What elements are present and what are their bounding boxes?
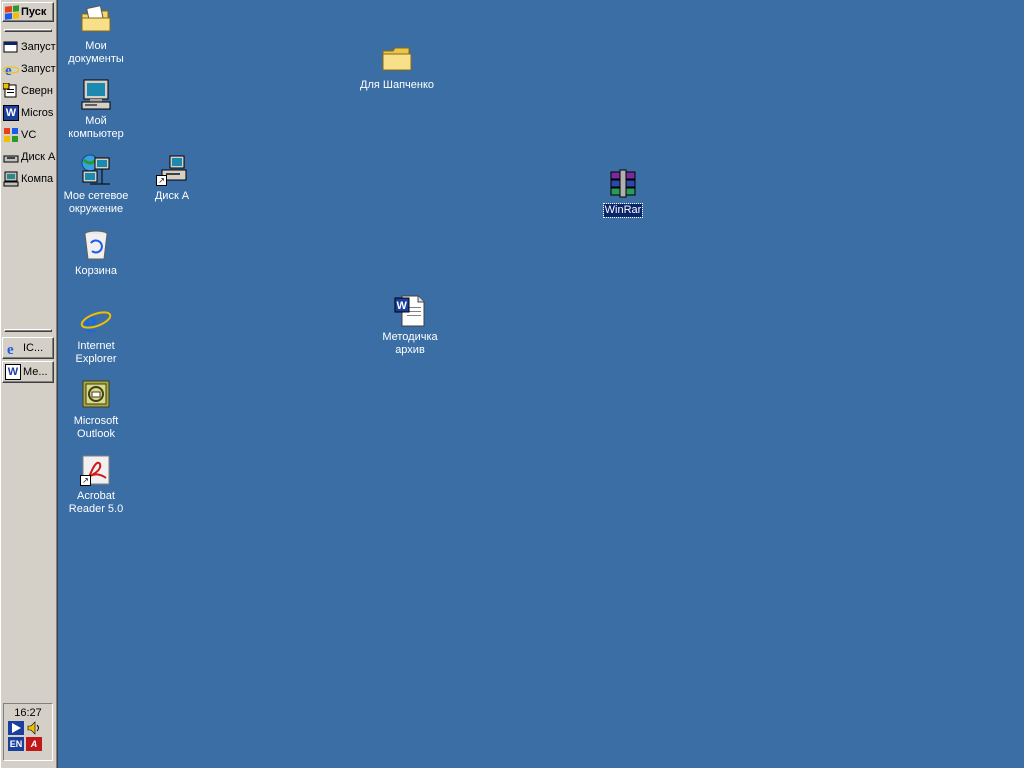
desktop-icon-metodichka[interactable]: W Методичка архив — [372, 295, 448, 357]
task-button-word[interactable]: W Ме... — [2, 361, 54, 383]
svg-text:e: e — [5, 63, 12, 77]
task-buttons: e IC... W Ме... — [2, 337, 54, 385]
desktop-icon-recycle-bin[interactable]: Корзина — [58, 229, 134, 278]
my-documents-icon — [80, 4, 112, 36]
start-label: Пуск — [21, 6, 47, 18]
word-document-icon: W — [394, 295, 426, 327]
ati-icon[interactable]: A — [26, 737, 42, 751]
start-button[interactable]: Пуск — [2, 2, 54, 22]
quick-launch-grip[interactable] — [4, 29, 52, 32]
launch-icon — [3, 39, 19, 55]
desktop-icon-winrar[interactable]: WinRar — [585, 168, 661, 218]
desktop-icon-folder-shapchenko[interactable]: Для Шапченко — [359, 43, 435, 92]
quick-launch-toolbar: Запуст e Запуст Сверн W Micros VC Диск А… — [3, 36, 57, 190]
ie-icon: e — [3, 61, 19, 77]
clock[interactable]: 16:27 — [4, 707, 52, 719]
word-icon: W — [3, 105, 19, 121]
media-player-icon[interactable] — [8, 721, 24, 735]
folder-icon — [381, 43, 413, 75]
my-computer-icon — [80, 79, 112, 111]
svg-text:W: W — [397, 300, 408, 312]
svg-text:e: e — [7, 342, 14, 356]
windows-logo-icon — [5, 4, 19, 20]
shortcut-arrow-icon: ↗ — [156, 175, 167, 186]
quick-launch-item[interactable]: VC — [3, 124, 57, 146]
desktop-icon-my-computer[interactable]: Мой компьютер — [58, 79, 134, 141]
desktop-icon-my-documents[interactable]: Мои документы — [58, 4, 134, 66]
vc-icon — [3, 127, 19, 143]
outlook-icon — [80, 379, 112, 411]
desktop-icon-internet-explorer[interactable]: e Internet Explorer — [58, 303, 134, 366]
network-neighborhood-icon — [80, 154, 112, 186]
internet-explorer-icon: e — [80, 303, 112, 339]
desktop-icon-outlook[interactable]: Microsoft Outlook — [58, 379, 134, 441]
quick-launch-item[interactable]: Сверн — [3, 80, 57, 102]
desktop-icon-disk-a[interactable]: ↗ Диск А — [134, 154, 210, 203]
drive-icon — [3, 149, 19, 165]
task-button-ie[interactable]: e IC... — [2, 337, 54, 359]
language-indicator[interactable]: EN — [8, 737, 24, 751]
quick-launch-item[interactable]: Диск А — [3, 146, 57, 168]
acrobat-reader-icon: ↗ — [80, 454, 112, 486]
word-icon: W — [5, 364, 21, 380]
floppy-drive-icon: ↗ — [156, 154, 188, 186]
ie-icon: e — [5, 340, 21, 356]
quick-launch-item[interactable]: Компа — [3, 168, 57, 190]
taskbar: Пуск Запуст e Запуст Сверн W Micros VC Д… — [0, 0, 58, 768]
quick-launch-item[interactable]: W Micros — [3, 102, 57, 124]
shortcut-arrow-icon: ↗ — [80, 475, 91, 486]
computer-icon — [3, 171, 19, 187]
recycle-bin-icon — [80, 229, 112, 261]
desktop-icon-acrobat[interactable]: ↗ Acrobat Reader 5.0 — [58, 454, 134, 516]
desktop-icon-network[interactable]: Мое сетевое окружение — [58, 154, 134, 216]
task-area-grip[interactable] — [4, 329, 52, 332]
system-tray: 16:27 EN A — [3, 703, 53, 761]
volume-icon[interactable] — [26, 721, 42, 735]
notepad-icon — [3, 83, 19, 99]
quick-launch-item[interactable]: e Запуст — [3, 58, 57, 80]
winrar-icon — [607, 168, 639, 200]
quick-launch-item[interactable]: Запуст — [3, 36, 57, 58]
